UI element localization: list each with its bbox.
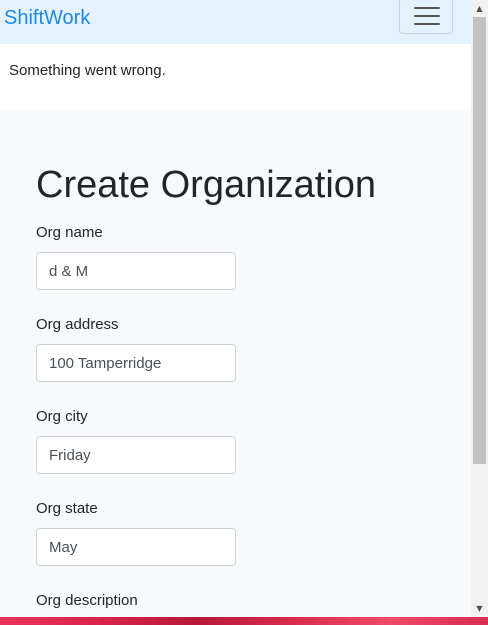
brand-link[interactable]: ShiftWork [4, 6, 90, 30]
org-description-label: Org description [36, 592, 138, 609]
org-state-input[interactable] [36, 528, 236, 566]
browser-viewport: ShiftWork Something went wrong. Create O… [0, 0, 471, 617]
page-title: Create Organization [36, 164, 377, 206]
org-city-input[interactable] [36, 436, 236, 474]
org-name-input[interactable] [36, 252, 236, 290]
navbar-toggler-button[interactable] [399, 0, 453, 34]
org-state-label: Org state [36, 500, 98, 517]
background-image-strip [0, 617, 488, 625]
error-alert: Something went wrong. [0, 44, 471, 110]
org-address-label: Org address [36, 316, 119, 333]
error-message: Something went wrong. [9, 62, 166, 79]
scroll-down-arrow-icon[interactable]: ▼ [471, 600, 488, 617]
org-city-label: Org city [36, 408, 88, 425]
scroll-up-arrow-icon[interactable]: ▲ [471, 0, 488, 17]
org-name-label: Org name [36, 224, 103, 241]
navbar: ShiftWork [0, 0, 471, 44]
vertical-scrollbar[interactable]: ▲ ▼ [471, 0, 488, 617]
scrollbar-thumb[interactable] [473, 17, 486, 464]
form-container: Create Organization Org name Org address… [0, 110, 471, 617]
org-address-input[interactable] [36, 344, 236, 382]
